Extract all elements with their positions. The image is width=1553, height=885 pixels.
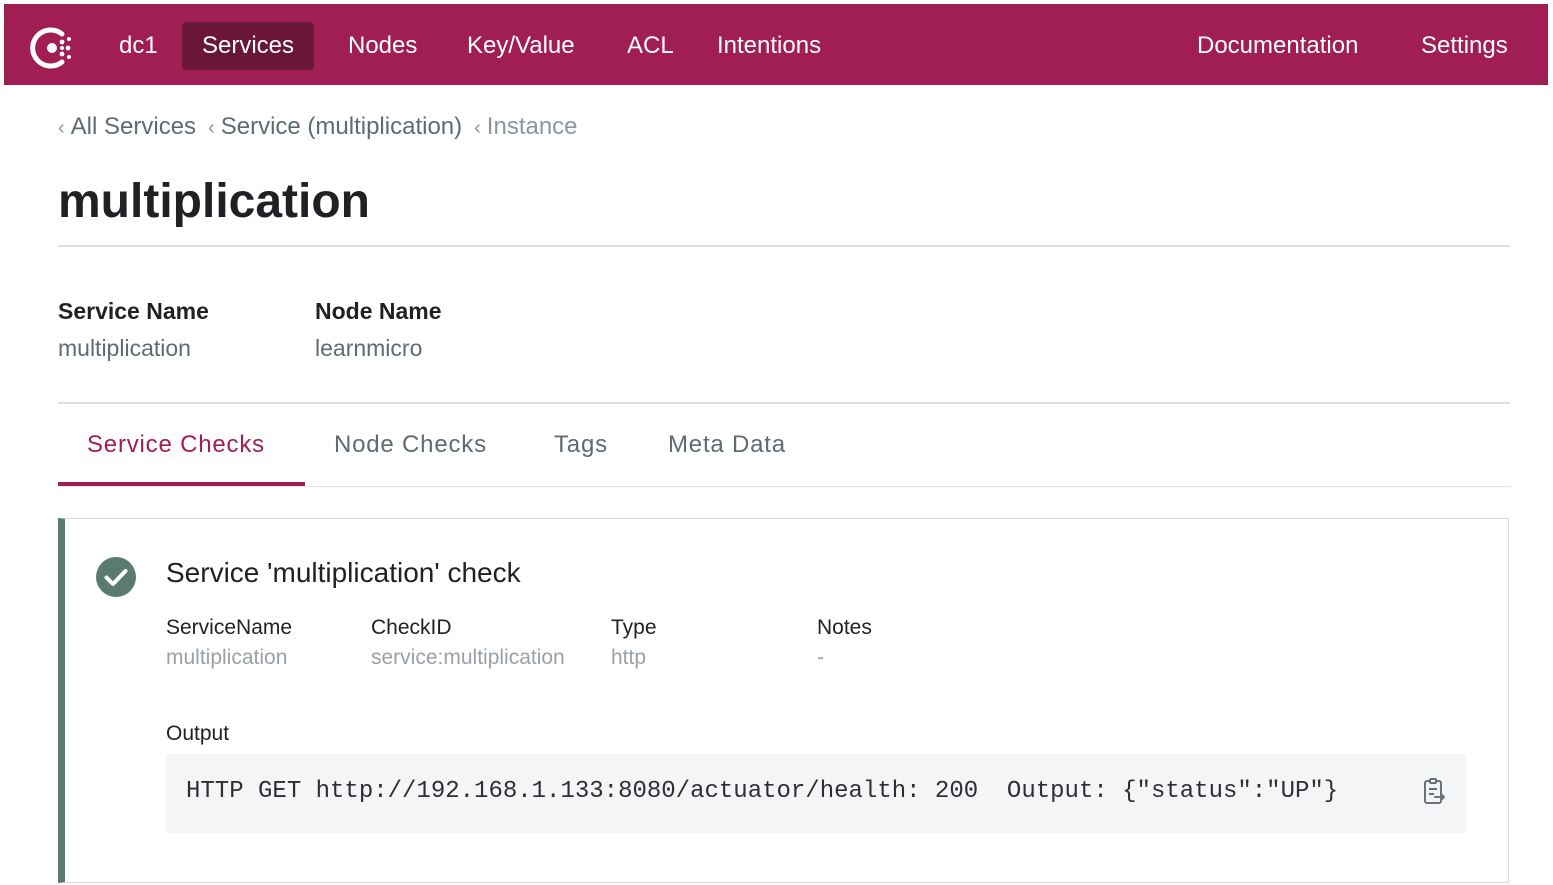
chevron-left-icon: ‹ [58, 117, 65, 139]
service-name-value: multiplication [58, 335, 191, 361]
tab-service-checks[interactable]: Service Checks [87, 428, 265, 462]
chevron-left-icon: ‹ [208, 117, 215, 139]
divider [58, 245, 1510, 247]
check-title: Service 'multiplication' check [166, 557, 521, 588]
page-title: multiplication [58, 175, 370, 228]
breadcrumb: ‹ All Services ‹ Service (multiplication) ‹ I… [58, 112, 578, 142]
node-name-value[interactable]: learnmicro [315, 335, 422, 362]
consul-logo-icon[interactable] [28, 24, 76, 72]
output-label: Output [166, 722, 230, 745]
active-tab-indicator [58, 482, 305, 486]
breadcrumb-all-services[interactable]: All Services [71, 113, 196, 140]
node-name-label: Node Name [315, 298, 442, 324]
tabs-divider [58, 486, 1510, 487]
nav-settings[interactable]: Settings [1421, 22, 1508, 70]
divider [58, 402, 1510, 404]
check-field-label: Type [611, 616, 657, 639]
check-field-value: - [817, 646, 824, 669]
breadcrumb-current: Instance [486, 113, 578, 140]
check-output: HTTP GET http://192.168.1.133:8080/actua… [186, 778, 1339, 805]
top-nav-bar: dc1 Services Nodes Key/Value ACL Intenti… [4, 4, 1548, 85]
check-field-label: Notes [817, 616, 872, 639]
check-field-value: service:multiplication [371, 646, 565, 669]
check-field-label: ServiceName [166, 616, 293, 639]
chevron-left-icon: ‹ [474, 117, 481, 139]
nav-services[interactable]: Services [182, 22, 315, 70]
nav-acl[interactable]: ACL [607, 22, 694, 70]
check-field-value: http [611, 646, 647, 669]
copy-icon[interactable] [1420, 777, 1448, 807]
datacenter-selector[interactable]: dc1 [99, 22, 178, 70]
service-name-label: Service Name [58, 298, 209, 324]
tab-meta-data[interactable]: Meta Data [668, 428, 786, 462]
nav-intentions[interactable]: Intentions [697, 22, 841, 70]
nav-nodes[interactable]: Nodes [328, 22, 437, 70]
tab-tags[interactable]: Tags [554, 428, 608, 462]
check-field-label: CheckID [371, 616, 452, 639]
nav-documentation[interactable]: Documentation [1197, 22, 1358, 70]
breadcrumb-service[interactable]: Service (multiplication) [221, 113, 462, 140]
tab-node-checks[interactable]: Node Checks [334, 428, 487, 462]
check-circle-icon [96, 557, 136, 597]
check-field-value: multiplication [166, 646, 288, 669]
nav-key-value[interactable]: Key/Value [447, 22, 595, 70]
